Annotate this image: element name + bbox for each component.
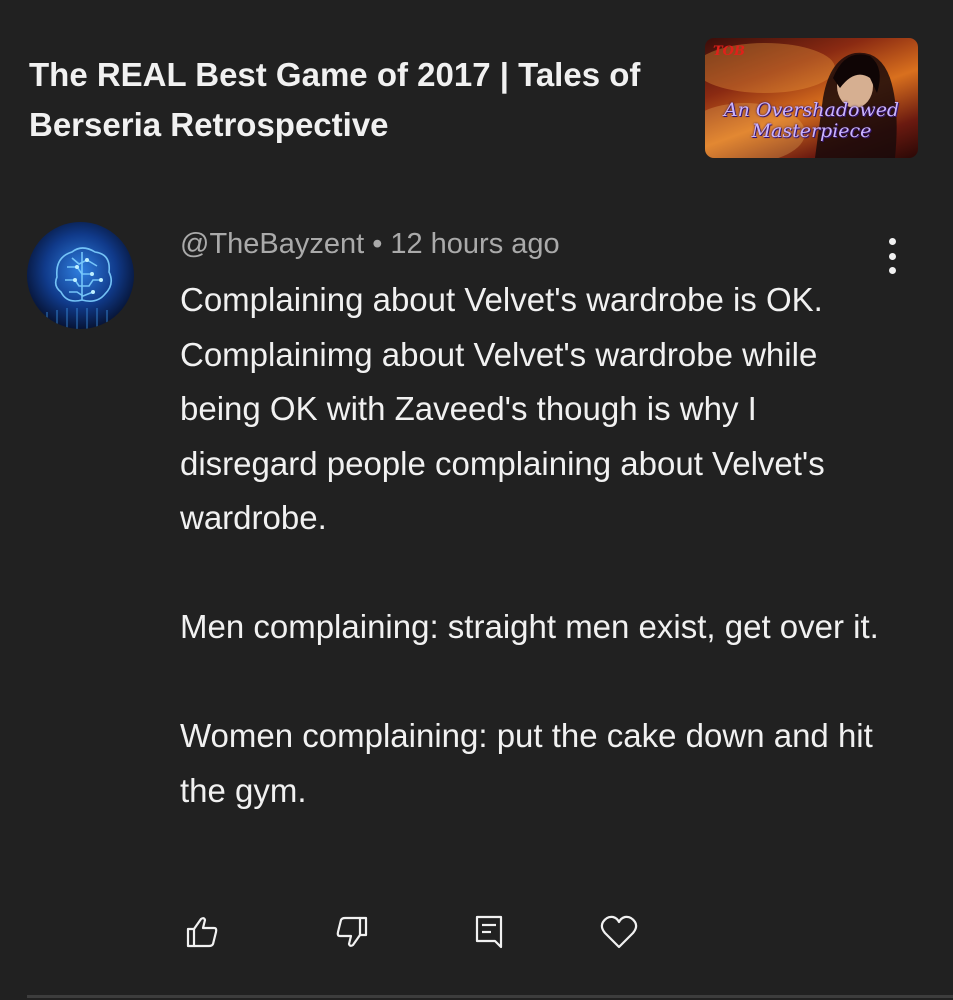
comment-body: Complaining about Velvet's wardrobe is O… xyxy=(180,273,900,818)
video-thumbnail[interactable]: TOB An Overshadowed Masterpiece xyxy=(705,38,918,158)
thumbnail-logo: TOB xyxy=(713,44,745,59)
comment-paragraph: Men complaining: straight men exist, get… xyxy=(180,608,879,645)
comment-time: 12 hours ago xyxy=(390,228,560,260)
comment-author[interactable]: @TheBayzent xyxy=(180,228,364,260)
more-dot-icon xyxy=(888,238,896,245)
video-header[interactable]: The REAL Best Game of 2017 | Tales of Be… xyxy=(0,0,953,190)
like-button[interactable] xyxy=(180,910,224,954)
heart-icon xyxy=(600,915,638,949)
brain-circuit-icon xyxy=(46,247,113,329)
more-dot-icon xyxy=(888,252,896,260)
comment-paragraph: Complaining about Velvet's wardrobe is O… xyxy=(180,281,825,536)
comment-actions xyxy=(0,910,953,954)
video-title[interactable]: The REAL Best Game of 2017 | Tales of Be… xyxy=(29,50,669,150)
thumbnail-caption: An Overshadowed Masterpiece xyxy=(723,99,900,142)
dislike-button[interactable] xyxy=(330,910,374,954)
avatar[interactable] xyxy=(27,222,134,329)
divider xyxy=(27,995,953,998)
more-options-button[interactable] xyxy=(876,234,908,278)
thumbs-down-icon xyxy=(336,916,368,947)
thumbs-up-icon xyxy=(186,917,218,948)
reply-button[interactable] xyxy=(466,910,510,954)
comment-paragraph: Women complaining: put the cake down and… xyxy=(180,717,873,809)
reply-icon xyxy=(475,915,503,949)
comment-meta: @TheBayzent • 12 hours ago xyxy=(180,226,560,262)
heart-button[interactable] xyxy=(597,910,641,954)
meta-separator: • xyxy=(372,228,383,260)
